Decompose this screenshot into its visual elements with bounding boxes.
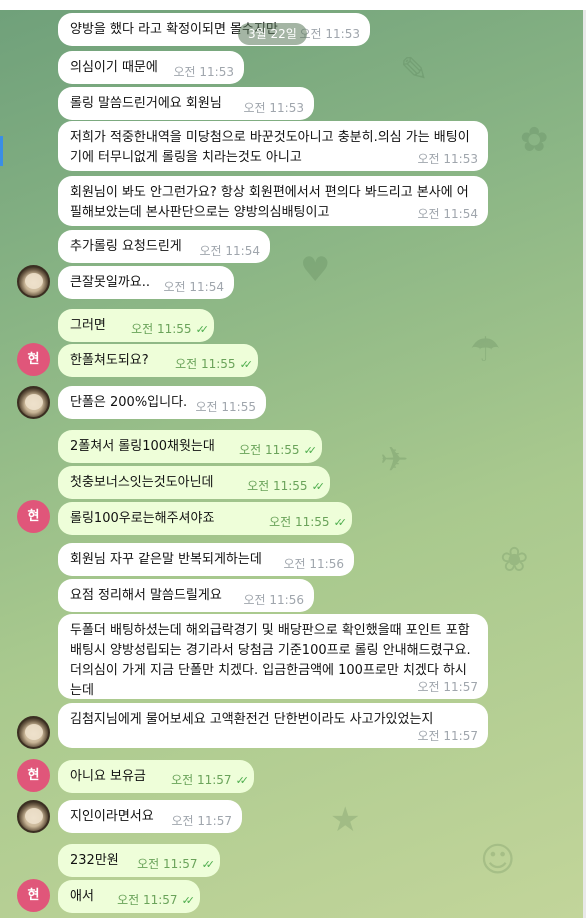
message-bubble[interactable]: 추가롤링 요청드린게 오전 11:54 (58, 230, 270, 263)
wallpaper-doodle-icon: ✎ (400, 50, 429, 90)
message-text: 회원님이 봐도 안그런가요? 항상 회원편에서서 편의다 봐드리고 본사에 어필… (70, 185, 469, 220)
message-bubble[interactable]: 지인이라면서요 오전 11:57 (58, 800, 242, 833)
message-text: 롤링100우로는해주셔야죠 (70, 511, 215, 526)
message-time: 오전 11:54 (163, 280, 224, 294)
wallpaper-doodle-icon: ✿ (520, 120, 549, 160)
message-bubble[interactable]: 회원님이 봐도 안그런가요? 항상 회원편에서서 편의다 봐드리고 본사에 어필… (58, 176, 488, 226)
message-bubble[interactable]: 두폴더 배팅하셨는데 해외급락경기 및 배당판으로 확인했을때 포인트 포함 배… (58, 614, 488, 699)
contact-avatar[interactable] (17, 800, 50, 833)
message-time: 오전 11:56 (283, 557, 344, 571)
wallpaper-doodle-icon: ☺ (480, 840, 516, 880)
wallpaper-doodle-icon: ☂ (470, 330, 501, 370)
message-bubble[interactable]: 의심이기 때문에 오전 11:53 (58, 51, 244, 84)
message-text: 지인이라면서요 (70, 809, 154, 824)
message-text: 김첨지님에게 물어보세요 고액환전건 단한번이라도 사고가있었는지 (70, 712, 434, 727)
message-time: 오전 11:57 (117, 893, 178, 907)
message-time: 오전 11:53 (299, 27, 360, 41)
message-text: 롤링 말씀드린거에요 회원님 (70, 96, 222, 111)
message-text: 아니요 보유금 (70, 769, 146, 784)
message-bubble[interactable]: 양방을 했다 라고 확정이되면 몰수지만 오전 11:53 (58, 13, 370, 46)
message-text: 첫충보너스잇는것도아닌데 (70, 475, 214, 490)
wallpaper-doodle-icon: ✈ (380, 440, 409, 480)
read-check-icon: ✓✓ (235, 774, 250, 787)
message-time: 오전 11:57 (417, 680, 478, 694)
message-bubble[interactable]: 232만원 오전 11:57 ✓✓ (58, 844, 220, 877)
wallpaper-doodle-icon: ♥ (300, 250, 331, 290)
message-status: 오전 11:55 ✓✓ (247, 479, 326, 494)
message-bubble[interactable]: 김첨지님에게 물어보세요 고액환전건 단한번이라도 사고가있었는지 오전 11:… (58, 703, 488, 748)
message-bubble[interactable]: 한폴쳐도되요? 오전 11:55 ✓✓ (58, 344, 258, 377)
message-status: 오전 11:55 ✓✓ (131, 322, 210, 337)
message-status: 오전 11:57 ✓✓ (117, 893, 196, 908)
message-bubble[interactable]: 단폴은 200%입니다. 오전 11:55 (58, 386, 266, 419)
message-bubble[interactable]: 저희가 적중한내역을 미당첨으로 바꾼것도아니고 충분히.의심 가는 배팅이기에… (58, 121, 488, 171)
message-bubble[interactable]: 큰잘못일까요.. 오전 11:54 (58, 266, 234, 299)
message-text: 큰잘못일까요.. (70, 275, 151, 290)
message-bubble[interactable]: 아니요 보유금 오전 11:57 ✓✓ (58, 760, 254, 793)
read-check-icon: ✓✓ (311, 480, 326, 493)
message-status: 오전 11:55 ✓✓ (239, 443, 318, 458)
message-status: 오전 11:55 ✓✓ (175, 357, 254, 372)
wallpaper-doodle-icon: ★ (330, 800, 361, 840)
message-bubble[interactable]: 회원님 자꾸 같은말 반복되게하는데 오전 11:56 (58, 543, 354, 576)
message-time: 오전 11:54 (199, 244, 260, 258)
user-avatar[interactable]: 현 (17, 879, 50, 912)
message-text: 추가롤링 요청드린게 (70, 239, 182, 254)
user-avatar[interactable]: 현 (17, 343, 50, 376)
message-bubble[interactable]: 롤링 말씀드린거에요 회원님 오전 11:53 (58, 87, 314, 120)
top-bar (0, 0, 586, 10)
read-check-icon: ✓✓ (201, 858, 216, 871)
read-check-icon: ✓✓ (333, 516, 348, 529)
message-bubble[interactable]: 첫충보너스잇는것도아닌데 오전 11:55 ✓✓ (58, 466, 330, 499)
message-status: 오전 11:55 ✓✓ (269, 515, 348, 530)
message-time: 오전 11:55 (175, 357, 236, 371)
message-text: 그러면 (70, 318, 106, 333)
contact-avatar[interactable] (17, 716, 50, 749)
user-avatar[interactable]: 현 (17, 500, 50, 533)
message-status: 오전 11:57 ✓✓ (171, 773, 250, 788)
message-text: 2폴쳐서 롤링100채웟는대 (70, 439, 215, 454)
message-time: 오전 11:57 (417, 729, 478, 743)
message-time: 오전 11:53 (417, 152, 478, 166)
message-bubble[interactable]: 2폴쳐서 롤링100채웟는대 오전 11:55 ✓✓ (58, 430, 322, 463)
contact-avatar[interactable] (17, 386, 50, 419)
message-time: 오전 11:56 (243, 593, 304, 607)
read-check-icon: ✓✓ (195, 323, 210, 336)
message-time: 오전 11:53 (243, 101, 304, 115)
read-check-icon: ✓✓ (181, 894, 196, 907)
message-time: 오전 11:57 (171, 814, 232, 828)
message-bubble[interactable]: 롤링100우로는해주셔야죠 오전 11:55 ✓✓ (58, 502, 352, 535)
message-text: 단폴은 200%입니다. (70, 395, 188, 410)
read-check-icon: ✓✓ (303, 444, 318, 457)
message-time: 오전 11:55 (131, 322, 192, 336)
message-bubble[interactable]: 그러면 오전 11:55 ✓✓ (58, 309, 214, 342)
user-avatar[interactable]: 현 (17, 759, 50, 792)
message-status: 오전 11:57 ✓✓ (137, 857, 216, 872)
message-time: 오전 11:55 (195, 400, 256, 414)
date-separator: 3월 22일 (238, 23, 307, 45)
read-check-icon: ✓✓ (239, 358, 254, 371)
message-bubble[interactable]: 요점 정리해서 말씀드릴게요 오전 11:56 (58, 579, 314, 612)
message-text: 요점 정리해서 말씀드릴게요 (70, 588, 222, 603)
message-text: 두폴더 배팅하셨는데 해외급락경기 및 배당판으로 확인했을때 포인트 포함 배… (70, 623, 471, 698)
message-time: 오전 11:55 (269, 515, 330, 529)
message-text: 한폴쳐도되요? (70, 353, 149, 368)
contact-avatar[interactable] (17, 265, 50, 298)
message-text: 232만원 (70, 853, 119, 868)
message-time: 오전 11:57 (137, 857, 198, 871)
message-text: 회원님 자꾸 같은말 반복되게하는데 (70, 552, 262, 567)
message-time: 오전 11:53 (173, 65, 234, 79)
message-text: 의심이기 때문에 (70, 60, 158, 75)
message-time: 오전 11:54 (417, 207, 478, 221)
message-text: 애서 (70, 889, 94, 904)
message-time: 오전 11:55 (247, 479, 308, 493)
message-time: 오전 11:55 (239, 443, 300, 457)
wallpaper-doodle-icon: ❀ (500, 540, 529, 580)
message-time: 오전 11:57 (171, 773, 232, 787)
message-text: 저희가 적중한내역을 미당첨으로 바꾼것도아니고 충분히.의심 가는 배팅이기에… (70, 130, 470, 165)
window-edge-accent (0, 136, 3, 166)
message-bubble[interactable]: 애서 오전 11:57 ✓✓ (58, 880, 200, 913)
